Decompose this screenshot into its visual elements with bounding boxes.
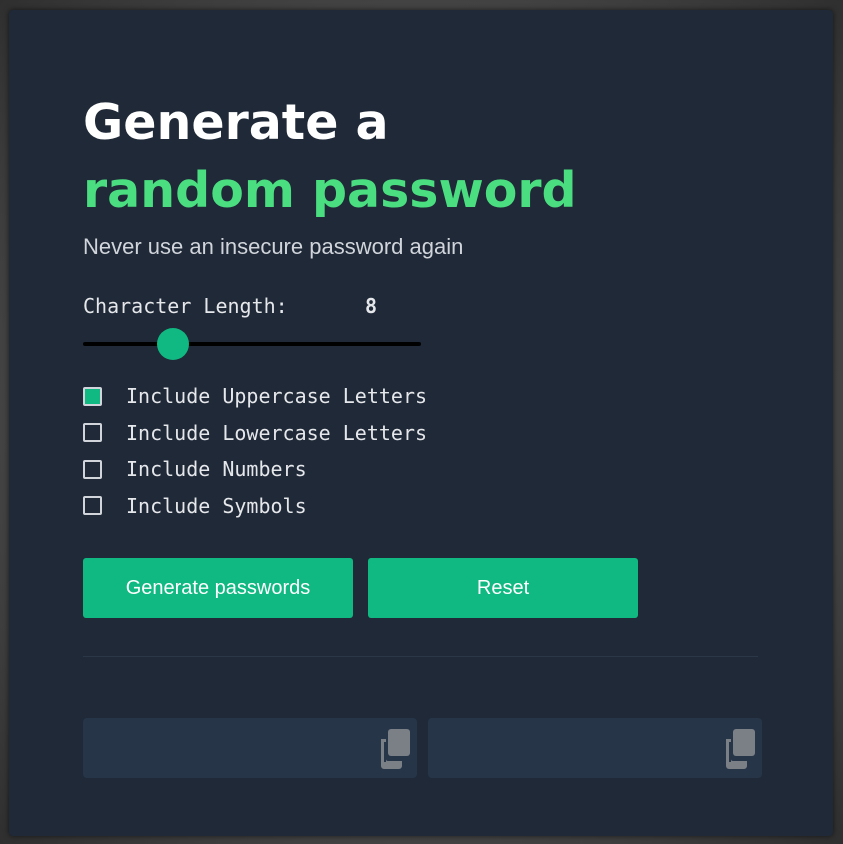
- character-length-slider[interactable]: [83, 326, 421, 362]
- character-length-value: 8: [365, 294, 378, 318]
- symbols-label[interactable]: Include Symbols: [126, 494, 307, 518]
- lowercase-label[interactable]: Include Lowercase Letters: [126, 421, 427, 445]
- option-uppercase[interactable]: Include Uppercase Letters: [83, 378, 427, 415]
- page-title-highlight: random password: [83, 162, 577, 219]
- uppercase-label[interactable]: Include Uppercase Letters: [126, 384, 427, 408]
- page-subtitle: Never use an insecure password again: [83, 234, 464, 259]
- numbers-checkbox[interactable]: [83, 459, 102, 479]
- divider: [83, 656, 758, 657]
- reset-button[interactable]: Reset: [368, 558, 638, 618]
- option-symbols[interactable]: Include Symbols: [83, 488, 427, 525]
- slider-thumb[interactable]: [156, 328, 189, 360]
- copy-icon[interactable]: [377, 728, 413, 770]
- password-generator-card: Generate a random password Never use an …: [9, 10, 833, 836]
- uppercase-checkbox[interactable]: [83, 386, 102, 406]
- page-title: Generate a: [83, 94, 389, 151]
- password-output-2[interactable]: [428, 718, 762, 778]
- character-length-label: Character Length:: [83, 294, 288, 318]
- options-list: Include Uppercase Letters Include Lowerc…: [83, 378, 427, 524]
- password-output-1[interactable]: [83, 718, 417, 778]
- slider-track[interactable]: [83, 342, 421, 346]
- symbols-checkbox[interactable]: [83, 496, 102, 516]
- option-numbers[interactable]: Include Numbers: [83, 451, 427, 488]
- lowercase-checkbox[interactable]: [83, 423, 102, 443]
- copy-icon[interactable]: [722, 728, 758, 770]
- numbers-label[interactable]: Include Numbers: [126, 457, 307, 481]
- option-lowercase[interactable]: Include Lowercase Letters: [83, 415, 427, 452]
- generate-passwords-button[interactable]: Generate passwords: [83, 558, 353, 618]
